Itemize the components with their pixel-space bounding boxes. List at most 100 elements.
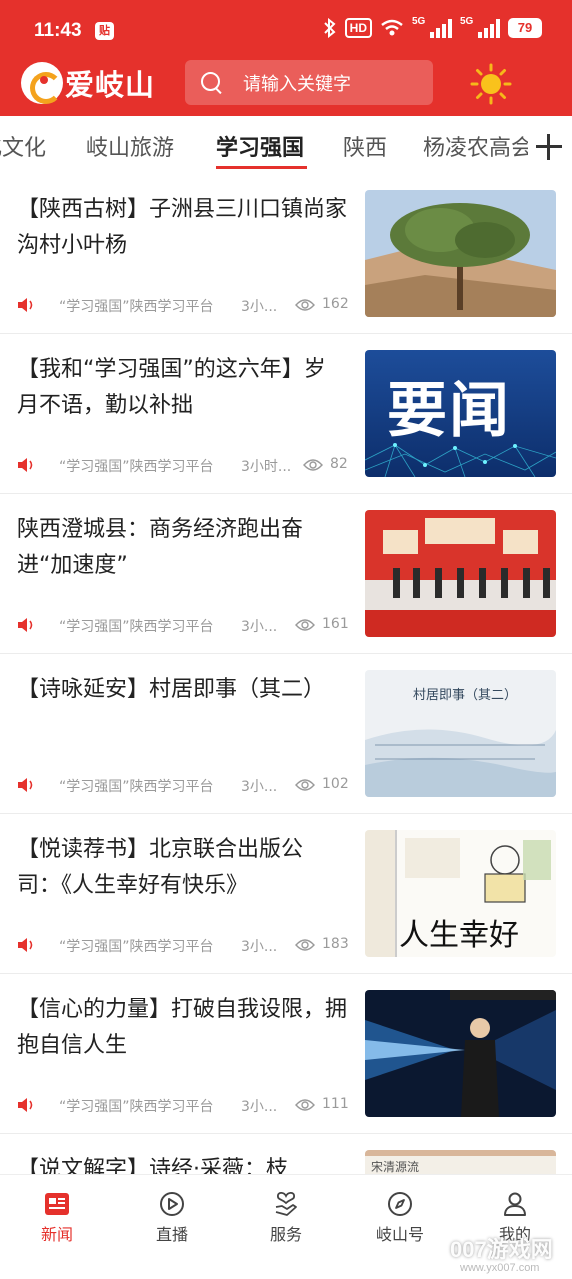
article-views: 102 [322, 776, 349, 792]
add-channel-icon[interactable] [528, 126, 568, 166]
logo-mark-icon [21, 62, 63, 104]
speaker-icon[interactable] [17, 298, 35, 312]
tab-xuexi-qiangguo[interactable]: 学习强国 [216, 130, 304, 162]
signal-icon-2: 5G [460, 16, 500, 38]
article-time: 3小... [241, 939, 278, 955]
play-icon [160, 1192, 184, 1216]
nav-qishan-account[interactable]: 岐山号 [355, 1191, 445, 1245]
weather-sun-icon[interactable] [470, 63, 512, 105]
article-source: “学习强国”陕西学习平台 [59, 939, 214, 955]
category-tabs: 化文化 岐山旅游 学习强国 陕西 杨凌农高会 [0, 116, 572, 174]
eye-icon [295, 779, 315, 791]
article-meta: “学习强国”陕西学习平台 3小... 161 [17, 615, 352, 635]
article-meta: “学习强国”陕西学习平台 3小... 102 [17, 775, 352, 795]
article-source: “学习强国”陕西学习平台 [59, 459, 214, 475]
article-views: 161 [322, 616, 349, 632]
search-box[interactable]: 请输入关键字 [185, 60, 433, 105]
speaker-icon[interactable] [17, 778, 35, 792]
nav-news[interactable]: 新闻 [12, 1191, 102, 1245]
notification-badge: 贴 [95, 22, 114, 40]
thumbnail-caption: 要闻 [387, 376, 511, 446]
article-views: 183 [322, 936, 349, 952]
eye-icon [295, 939, 315, 951]
article-thumbnail[interactable] [365, 990, 556, 1117]
eye-icon [295, 1099, 315, 1111]
tab-culture[interactable]: 化文化 [0, 130, 46, 162]
search-placeholder: 请输入关键字 [243, 73, 351, 95]
article-time: 3小... [241, 619, 278, 635]
article-item[interactable]: 【信心的力量】打破自我设限，拥抱自信人生 “学习强国”陕西学习平台 3小... … [0, 974, 572, 1134]
status-time: 11:43 [34, 20, 82, 41]
active-tab-indicator [216, 166, 307, 169]
article-title: 【诗咏延安】村居即事（其二） [17, 677, 326, 702]
user-icon [504, 1192, 526, 1216]
article-source: “学习强国”陕西学习平台 [59, 619, 214, 635]
article-time: 3小... [241, 779, 278, 795]
article-meta: “学习强国”陕西学习平台 3小... 111 [17, 1095, 352, 1115]
article-thumbnail[interactable]: 人生幸好 [365, 830, 556, 957]
nav-label: 直播 [155, 1225, 188, 1244]
article-source: “学习强国”陕西学习平台 [59, 779, 214, 795]
heart-hand-icon [275, 1191, 297, 1216]
speaker-icon[interactable] [17, 618, 35, 632]
article-title: 【陕西古树】子洲县三川口镇尚家沟村小叶杨 [17, 197, 348, 258]
tab-shaanxi[interactable]: 陕西 [343, 130, 387, 162]
speaker-icon[interactable] [17, 1098, 35, 1112]
signal-icon-1: 5G [412, 16, 452, 38]
eye-icon [295, 619, 315, 631]
article-list: 【陕西古树】子洲县三川口镇尚家沟村小叶杨 “学习强国”陕西学习平台 3小... … [0, 174, 572, 1174]
nav-services[interactable]: 服务 [241, 1191, 331, 1245]
status-indicators: HD 5G 5G 79 [323, 16, 542, 38]
tab-yangling[interactable]: 杨凌农高会 [423, 130, 533, 162]
article-views: 162 [322, 296, 349, 312]
tab-qishan-travel[interactable]: 岐山旅游 [86, 130, 174, 162]
nav-label: 岐山号 [375, 1225, 424, 1244]
speaker-icon[interactable] [17, 938, 35, 952]
compass-icon [388, 1192, 412, 1216]
site-watermark: 007游戏网 [450, 1237, 553, 1262]
article-thumbnail[interactable] [365, 190, 556, 317]
eye-icon [303, 459, 323, 471]
top-bar: 11:43 贴 HD 5G 5G 79 爱岐山 请输入关键字 [0, 0, 572, 116]
article-time: 3小时... [241, 459, 292, 475]
speaker-icon[interactable] [17, 458, 35, 472]
thumbnail-caption: 村居即事（其二） [413, 688, 518, 703]
news-icon [45, 1193, 69, 1215]
article-meta: “学习强国”陕西学习平台 3小... 183 [17, 935, 352, 955]
app-name: 爱岐山 [65, 68, 156, 102]
article-item[interactable]: 陕西澄城县：商务经济跑出奋进“加速度” “学习强国”陕西学习平台 3小... 1… [0, 494, 572, 654]
article-source: “学习强国”陕西学习平台 [59, 299, 214, 315]
thumbnail-caption: 宋清源流 [371, 1160, 420, 1174]
article-item[interactable]: 【说文解字】诗经·采薇：枝 宋清源流 [0, 1134, 572, 1174]
article-item[interactable]: 【陕西古树】子洲县三川口镇尚家沟村小叶杨 “学习强国”陕西学习平台 3小... … [0, 174, 572, 334]
article-title: 【说文解字】诗经·采薇：枝 [17, 1157, 288, 1174]
article-item[interactable]: 【我和“学习强国”的这六年】岁月不语，勤以补拙 “学习强国”陕西学习平台 3小时… [0, 334, 572, 494]
nav-label: 新闻 [40, 1225, 73, 1244]
article-title: 陕西澄城县：商务经济跑出奋进“加速度” [17, 517, 304, 578]
article-title: 【我和“学习强国”的这六年】岁月不语，勤以补拙 [17, 357, 326, 418]
app-logo[interactable]: 爱岐山 [21, 62, 155, 104]
status-bar: 11:43 贴 HD 5G 5G 79 [0, 0, 572, 60]
article-thumbnail[interactable]: 村居即事（其二） [365, 670, 556, 797]
battery-icon: 79 [508, 18, 542, 38]
thumbnail-caption: 人生幸好 [399, 918, 519, 953]
article-views: 111 [322, 1096, 349, 1112]
article-meta: “学习强国”陕西学习平台 3小... 162 [17, 295, 352, 315]
article-views: 82 [330, 456, 348, 472]
search-icon [201, 71, 223, 94]
article-title: 【信心的力量】打破自我设限，拥抱自信人生 [17, 997, 348, 1058]
article-thumbnail[interactable]: 要闻 [365, 350, 556, 477]
hd-voice-icon: HD [344, 18, 372, 38]
eye-icon [295, 299, 315, 311]
article-title: 【悦读荐书】北京联合出版公司：《人生幸好有快乐》 [17, 837, 304, 898]
article-time: 3小... [241, 1099, 278, 1115]
article-item[interactable]: 【诗咏延安】村居即事（其二） “学习强国”陕西学习平台 3小... 102 村居… [0, 654, 572, 814]
bluetooth-icon [323, 18, 336, 38]
article-thumbnail[interactable]: 宋清源流 [365, 1150, 556, 1174]
article-item[interactable]: 【悦读荐书】北京联合出版公司：《人生幸好有快乐》 “学习强国”陕西学习平台 3小… [0, 814, 572, 974]
site-watermark-url: www.yx007.com [460, 1262, 540, 1274]
article-thumbnail[interactable] [365, 510, 556, 637]
nav-live[interactable]: 直播 [127, 1191, 217, 1245]
wifi-icon [381, 19, 403, 36]
article-time: 3小... [241, 299, 278, 315]
